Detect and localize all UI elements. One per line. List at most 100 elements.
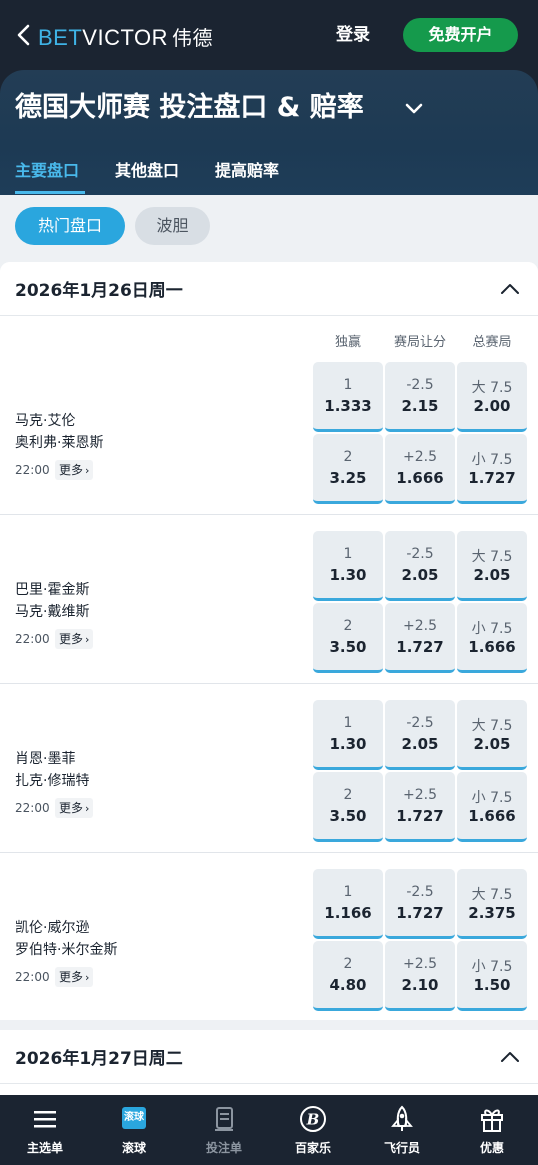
nav-betslip[interactable]: 投注单	[179, 1095, 269, 1165]
odds-price: 1.666	[468, 807, 516, 825]
start-time: 22:00	[15, 970, 50, 984]
tab-main-markets[interactable]: 主要盘口	[15, 156, 79, 186]
page-title: 德国大师赛 投注盘口 & 赔率	[15, 92, 364, 123]
start-time: 22:00	[15, 463, 50, 477]
event-row: 巴里·霍金斯 马克·戴维斯 22:00 更多 › 1 1.30 -2.5 2.05 大…	[0, 515, 538, 684]
odds-selection: 1	[343, 715, 353, 731]
odds-selection: -2.5	[406, 884, 434, 900]
odds-button[interactable]: +2.5 2.10	[385, 941, 455, 1011]
nav-label: 百家乐	[294, 1141, 331, 1155]
odds-button[interactable]: -2.5 2.05	[385, 531, 455, 601]
odds-selection: 小 7.5	[471, 790, 513, 806]
event-row: 马克·艾伦 奥利弗·莱恩斯 22:00 更多 › 1 1.333 -2.5 2.15 …	[0, 346, 538, 515]
nav-baccarat[interactable]: B 百家乐	[268, 1095, 358, 1165]
nav-aviator[interactable]: 飞行员	[357, 1095, 447, 1165]
player-two-name[interactable]: 罗伯特·米尔金斯	[15, 939, 117, 959]
events-list: 2026年1月26日周一 独赢 赛局让分 总赛局 马克·艾伦 奥利弗·莱恩斯 2…	[0, 262, 538, 1095]
odds-button[interactable]: 1 1.166	[313, 869, 383, 939]
odds-button[interactable]: +2.5 1.727	[385, 603, 455, 673]
betvictor-logo[interactable]: BET VICTOR 伟德	[38, 22, 214, 50]
player-one-name[interactable]: 肖恩·墨菲	[15, 748, 75, 768]
odds-price: 1.727	[468, 469, 516, 487]
odds-button[interactable]: 大 7.5 2.05	[457, 700, 527, 770]
odds-button[interactable]: +2.5 1.666	[385, 434, 455, 504]
chevron-up-icon[interactable]	[498, 278, 522, 300]
player-one-name[interactable]: 凯伦·威尔逊	[15, 917, 89, 937]
odds-price: 2.05	[473, 735, 511, 753]
player-two-name[interactable]: 奥利弗·莱恩斯	[15, 432, 103, 452]
odds-button[interactable]: -2.5 2.05	[385, 700, 455, 770]
start-time: 22:00	[15, 801, 50, 815]
event-time: 22:00 更多 ›	[15, 629, 94, 649]
more-markets-link[interactable]: 更多 ›	[55, 460, 94, 480]
nav-promotions[interactable]: 优惠	[447, 1095, 537, 1165]
odds-button[interactable]: 1 1.333	[313, 362, 383, 432]
rocket-icon	[387, 1105, 417, 1133]
odds-button[interactable]: 大 7.5 2.00	[457, 362, 527, 432]
odds-button[interactable]: -2.5 2.15	[385, 362, 455, 432]
odds-button[interactable]: 小 7.5 1.727	[457, 434, 527, 504]
nav-label: 优惠	[479, 1141, 504, 1155]
odds-price: 2.15	[401, 397, 439, 415]
login-button[interactable]: 登录	[330, 22, 376, 48]
nav-main-menu[interactable]: 主选单	[0, 1095, 90, 1165]
player-one-name[interactable]: 马克·艾伦	[15, 410, 75, 430]
odds-selection: 大 7.5	[471, 718, 513, 734]
odds-button[interactable]: 小 7.5 1.50	[457, 941, 527, 1011]
chip-correct-score[interactable]: 波胆	[135, 207, 210, 245]
odds-selection: 大 7.5	[471, 380, 513, 396]
chevron-right-icon: ›	[85, 802, 90, 815]
active-tab-underline	[15, 191, 85, 194]
odds-button[interactable]: 2 3.25	[313, 434, 383, 504]
chip-popular-markets[interactable]: 热门盘口	[15, 207, 125, 245]
odds-selection: +2.5	[403, 618, 437, 634]
odds-button[interactable]: 1 1.30	[313, 531, 383, 601]
chevron-down-icon[interactable]	[402, 96, 426, 120]
tab-boosted-odds[interactable]: 提高赔率	[215, 156, 279, 186]
logo-cn-text: 伟德	[172, 26, 214, 50]
player-one-name[interactable]: 巴里·霍金斯	[15, 579, 89, 599]
player-two-name[interactable]: 扎克·修瑞特	[15, 770, 89, 790]
odds-button[interactable]: 2 3.50	[313, 772, 383, 842]
odds-button[interactable]: 2 3.50	[313, 603, 383, 673]
odds-price: 1.727	[396, 638, 444, 656]
chevron-up-icon[interactable]	[498, 1046, 522, 1068]
odds-price: 3.50	[329, 638, 367, 656]
date-header[interactable]: 2026年1月26日周一	[0, 262, 538, 316]
nav-live[interactable]: 滚球 滚球	[89, 1095, 179, 1165]
odds-button[interactable]: -2.5 1.727	[385, 869, 455, 939]
player-two-name[interactable]: 马克·戴维斯	[15, 601, 89, 621]
odds-price: 2.375	[468, 904, 516, 922]
nav-label: 主选单	[26, 1141, 63, 1155]
odds-price: 1.166	[324, 904, 372, 922]
event-row: 肖恩·墨菲 扎克·修瑞特 22:00 更多 › 1 1.30 -2.5 2.05 大 …	[0, 684, 538, 853]
odds-selection: +2.5	[403, 787, 437, 803]
odds-button[interactable]: 大 7.5 2.05	[457, 531, 527, 601]
odds-button[interactable]: 1 1.30	[313, 700, 383, 770]
more-label: 更多	[59, 970, 84, 984]
odds-price: 2.05	[473, 566, 511, 584]
odds-selection: -2.5	[406, 546, 434, 562]
date-header[interactable]: 2026年1月27日周二	[0, 1030, 538, 1084]
tab-other-markets[interactable]: 其他盘口	[115, 156, 179, 186]
odds-button[interactable]: +2.5 1.727	[385, 772, 455, 842]
odds-price: 1.727	[396, 904, 444, 922]
back-arrow-icon[interactable]	[14, 22, 34, 48]
more-label: 更多	[59, 632, 84, 646]
more-markets-link[interactable]: 更多 ›	[55, 967, 94, 987]
filter-chips: 热门盘口 波胆	[0, 195, 538, 257]
odds-price: 1.30	[329, 735, 367, 753]
odds-button[interactable]: 2 4.80	[313, 941, 383, 1011]
more-label: 更多	[59, 463, 84, 477]
odds-button[interactable]: 大 7.5 2.375	[457, 869, 527, 939]
odds-button[interactable]: 小 7.5 1.666	[457, 772, 527, 842]
odds-button[interactable]: 小 7.5 1.666	[457, 603, 527, 673]
more-markets-link[interactable]: 更多 ›	[55, 798, 94, 818]
svg-text:B: B	[306, 1111, 320, 1129]
bottom-navigation: 主选单 滚球 滚球 投注单 B 百家乐 飞行员 优惠	[0, 1095, 538, 1165]
top-bar: BET VICTOR 伟德 登录 免费开户	[0, 0, 538, 70]
more-markets-link[interactable]: 更多 ›	[55, 629, 94, 649]
signup-button[interactable]: 免费开户	[403, 18, 518, 52]
nav-label: 飞行员	[383, 1141, 420, 1155]
odds-price: 3.25	[329, 469, 367, 487]
